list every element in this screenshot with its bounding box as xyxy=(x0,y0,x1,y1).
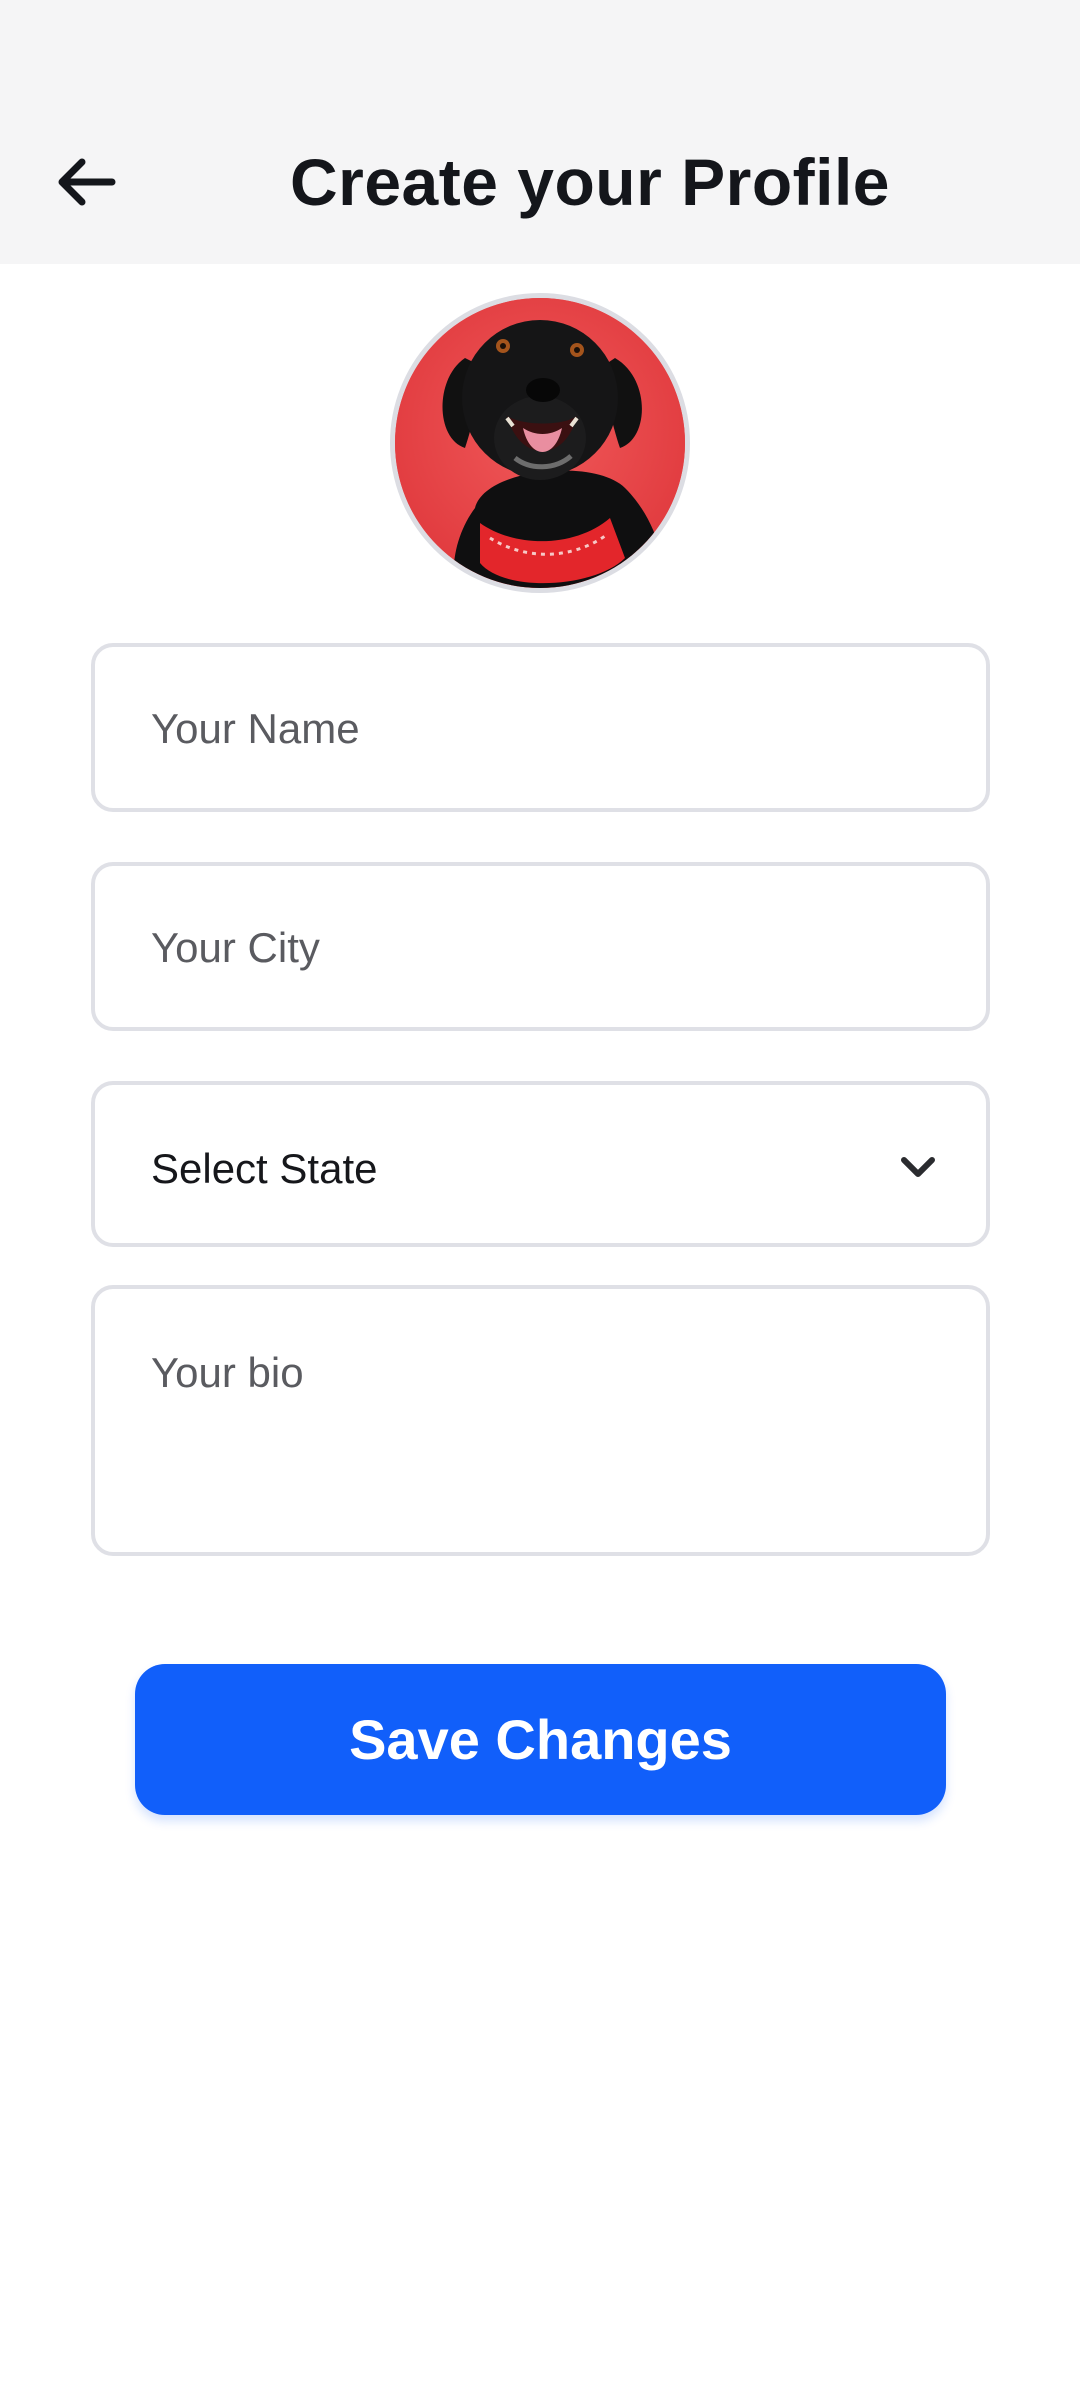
save-changes-button[interactable]: Save Changes xyxy=(135,1664,946,1815)
state-select-value: Select State xyxy=(151,1145,378,1192)
page-title: Create your Profile xyxy=(289,145,891,219)
dog-avatar-image xyxy=(395,298,685,588)
chevron-down-icon xyxy=(901,1157,935,1177)
city-input-placeholder: Your City xyxy=(151,924,320,971)
name-input-placeholder: Your Name xyxy=(151,705,360,752)
city-input[interactable]: Your City xyxy=(91,862,990,1031)
name-input[interactable]: Your Name xyxy=(91,643,990,812)
bio-textarea-placeholder: Your bio xyxy=(151,1349,304,1396)
state-select[interactable]: Select State xyxy=(91,1081,990,1247)
create-profile-screen: Create your Profile Your Name Your City … xyxy=(0,0,1080,2400)
avatar[interactable] xyxy=(390,293,690,593)
app-header: Create your Profile xyxy=(0,0,1080,264)
bio-textarea[interactable]: Your bio xyxy=(91,1285,990,1556)
